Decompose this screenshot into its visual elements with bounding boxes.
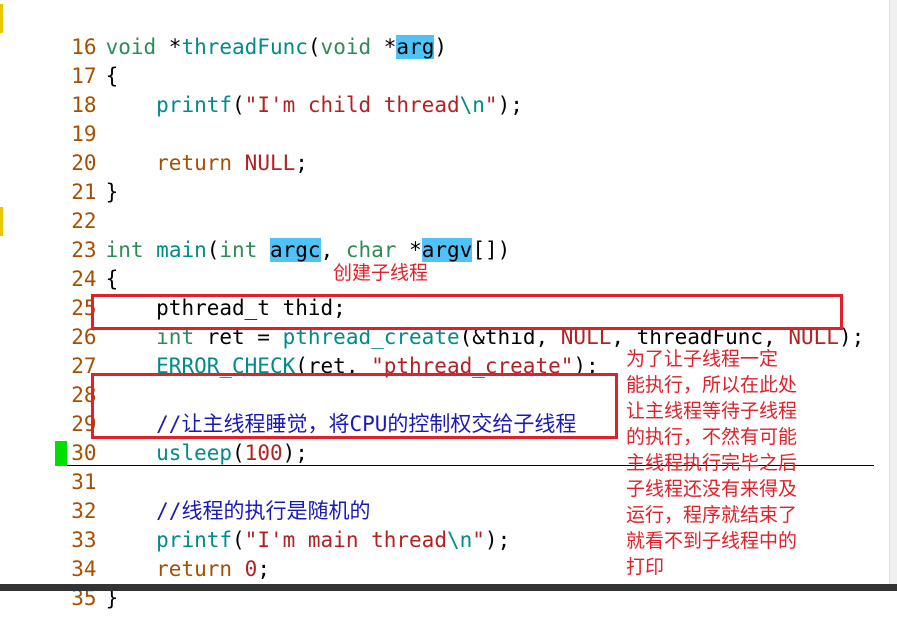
string-literal: " (484, 93, 498, 117)
status-bar (0, 584, 897, 591)
code-line: 25 pthread_t thid; (0, 265, 346, 320)
code-line: 35} (0, 555, 118, 610)
code-text: ( (232, 441, 245, 465)
code-text: ); (484, 528, 511, 552)
code-line: 18 printf("I'm child thread\n"); (0, 62, 523, 117)
code-text: ( (206, 238, 220, 262)
code-line: 28 (0, 352, 106, 407)
code-line: 21} (0, 149, 118, 204)
code-text: ( (307, 35, 321, 59)
function-name: main (156, 238, 207, 262)
code-line: 34 return 0; (0, 526, 270, 581)
vertical-scrollbar[interactable] (889, 0, 897, 591)
annotation-box-create (91, 294, 843, 330)
code-text: ); (497, 93, 523, 117)
code-text: * (156, 35, 182, 59)
code-text: ); (282, 441, 308, 465)
code-line: 24{ (0, 236, 118, 291)
code-line: 17{ (0, 33, 118, 88)
type-keyword: int (219, 238, 258, 262)
code-line: 20 return NULL; (0, 120, 308, 175)
string-literal: " (472, 528, 485, 552)
code-text: } (105, 180, 119, 204)
keyword: return (156, 151, 233, 175)
code-line: 31 (0, 439, 106, 494)
function-name: usleep (156, 441, 233, 465)
code-text: ; (257, 557, 270, 581)
code-text: ( (232, 93, 245, 117)
code-line: 22 (0, 178, 106, 233)
annotation-create-thread: 创建子线程 (333, 262, 429, 284)
code-line: 23 int main(int argc, char *argv[]) (0, 207, 510, 262)
number-literal: 100 (244, 441, 283, 465)
code-text: []) (472, 238, 511, 262)
type-keyword: void (320, 35, 372, 59)
code-text: * (371, 35, 397, 59)
function-name: printf (156, 93, 233, 117)
annotation-explanation: 为了让子线程一定 能执行，所以在此处 让主线程等待子线程 的执行，不然有可能 主… (626, 348, 798, 578)
code-line: 32 //线程的执行是随机的 (0, 468, 370, 523)
search-highlight: argv (421, 238, 473, 262)
code-line: 16 void *threadFunc(void *arg) (0, 4, 447, 59)
number-literal: 0 (244, 557, 258, 581)
escape-sequence: \n (459, 93, 485, 117)
code-line: 33 printf("I'm main thread\n"); (0, 497, 510, 552)
text-cursor (55, 441, 67, 466)
constant: NULL (244, 151, 296, 175)
search-highlight: arg (396, 35, 435, 59)
escape-sequence: \n (446, 528, 473, 552)
search-highlight: argc (270, 238, 321, 262)
string-literal: "I'm child thread (244, 93, 460, 117)
string-literal: "I'm main thread (244, 528, 447, 552)
code-text: ; (295, 151, 308, 175)
function-name: threadFunc (181, 35, 308, 59)
keyword: return (156, 557, 233, 581)
code-line: 19 (0, 91, 106, 146)
code-text: ) (434, 35, 448, 59)
annotation-box-sleep (91, 373, 618, 439)
